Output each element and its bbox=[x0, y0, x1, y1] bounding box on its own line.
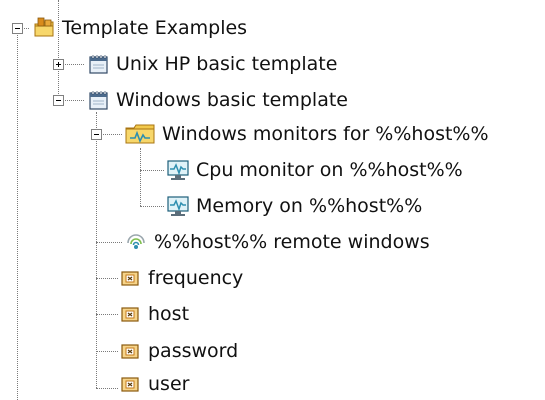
tree-connector bbox=[96, 388, 118, 389]
variable-icon bbox=[118, 266, 142, 290]
tree-connector bbox=[140, 206, 164, 207]
tree-connector bbox=[140, 148, 141, 206]
tree-connector bbox=[96, 351, 118, 352]
tree-node-label: host bbox=[148, 303, 190, 325]
tree-node-label: Windows basic template bbox=[116, 89, 348, 111]
document-template-icon bbox=[86, 52, 110, 76]
tree-node-label: password bbox=[148, 340, 239, 362]
tree-node-windows-monitors[interactable]: Windows monitors for %%host%% bbox=[124, 119, 489, 149]
variable-icon bbox=[118, 339, 142, 363]
tree-connector bbox=[17, 28, 18, 400]
variable-icon bbox=[118, 302, 142, 326]
monitor-icon bbox=[166, 194, 190, 218]
tree-connector bbox=[96, 278, 118, 279]
tree-node-label: %%host%% remote windows bbox=[154, 231, 430, 253]
tree-node-cpu-monitor[interactable]: Cpu monitor on %%host%% bbox=[166, 155, 463, 185]
tree-connector bbox=[96, 314, 118, 315]
tree-node-label: user bbox=[148, 373, 190, 395]
collapse-toggle[interactable] bbox=[53, 95, 64, 106]
monitor-group-icon bbox=[124, 122, 156, 146]
tree-node-variable-frequency[interactable]: frequency bbox=[118, 263, 243, 293]
tree-node-label: frequency bbox=[148, 267, 244, 289]
remote-connection-icon bbox=[124, 230, 148, 254]
folder-template-icon bbox=[32, 16, 56, 40]
tree-node-variable-user[interactable]: user bbox=[118, 369, 189, 399]
tree-connector bbox=[140, 170, 164, 171]
tree-node-label: Unix HP basic template bbox=[116, 53, 338, 75]
tree-node-label: Template Examples bbox=[62, 17, 248, 39]
tree-node-label: Memory on %%host%% bbox=[196, 195, 423, 217]
tree-connector bbox=[96, 112, 97, 388]
tree-node-remote-windows[interactable]: %%host%% remote windows bbox=[124, 227, 430, 257]
variable-icon bbox=[118, 372, 142, 396]
collapse-toggle[interactable] bbox=[91, 129, 102, 140]
tree-node-windows-basic-template[interactable]: Windows basic template bbox=[86, 85, 348, 115]
tree-node-variable-host[interactable]: host bbox=[118, 299, 189, 329]
document-template-icon bbox=[86, 88, 110, 112]
monitor-icon bbox=[166, 158, 190, 182]
tree-node-unix-hp-basic-template[interactable]: Unix HP basic template bbox=[86, 49, 337, 79]
template-tree: Template Examples Unix HP basic template bbox=[0, 0, 545, 400]
tree-node-template-examples[interactable]: Template Examples bbox=[32, 13, 247, 43]
tree-node-label: Cpu monitor on %%host%% bbox=[196, 159, 463, 181]
tree-node-label: Windows monitors for %%host%% bbox=[162, 123, 489, 145]
tree-node-variable-password[interactable]: password bbox=[118, 336, 238, 366]
tree-node-memory-monitor[interactable]: Memory on %%host%% bbox=[166, 191, 422, 221]
tree-connector bbox=[96, 242, 122, 243]
collapse-toggle[interactable] bbox=[12, 23, 23, 34]
expand-toggle[interactable] bbox=[53, 59, 64, 70]
